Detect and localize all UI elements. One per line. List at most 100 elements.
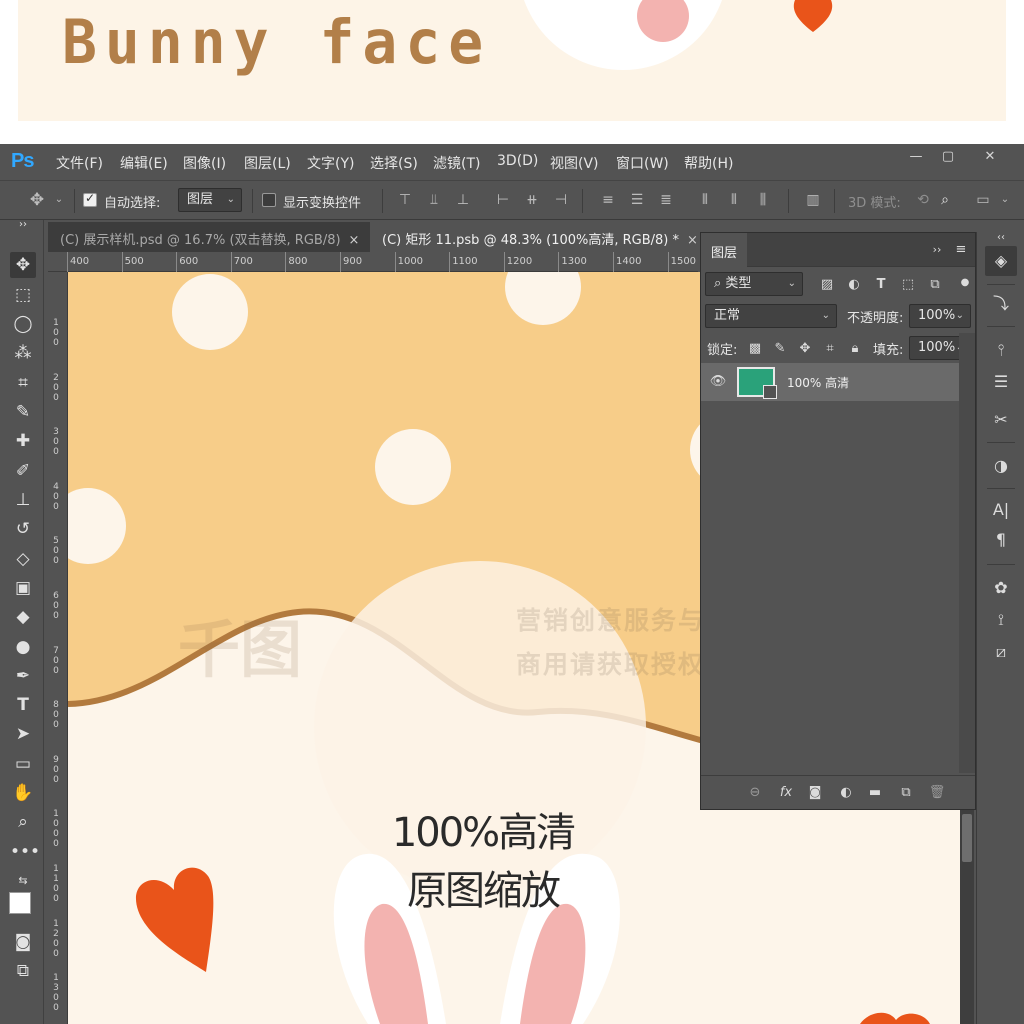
scrollbar-thumb[interactable] bbox=[962, 814, 972, 862]
channels-icon[interactable]: ✿ bbox=[989, 576, 1013, 600]
filter-adjustment-icon[interactable]: ◐ bbox=[844, 275, 864, 295]
align-left-icon[interactable]: ⊢ bbox=[492, 189, 514, 211]
maximize-button[interactable]: ▢ bbox=[926, 146, 970, 168]
add-mask-icon[interactable]: ◙ bbox=[805, 783, 825, 803]
show-transform-checkbox[interactable] bbox=[262, 193, 276, 207]
properties-icon[interactable]: ☰ bbox=[989, 370, 1013, 394]
zoom-tool-icon[interactable]: ⌕ bbox=[10, 809, 36, 835]
magic-wand-tool-icon[interactable]: ⁂ bbox=[10, 340, 36, 366]
tab-layers[interactable]: 图层 bbox=[701, 233, 748, 267]
lock-all-icon[interactable]: 🔒︎ bbox=[845, 339, 865, 359]
layer-row[interactable]: 👁︎ 100% 高清 bbox=[701, 363, 959, 401]
distribute-vcenter-icon[interactable]: ☰ bbox=[626, 189, 648, 211]
screen-mode-icon[interactable]: ⧉ bbox=[10, 958, 36, 984]
filter-kind-dropdown[interactable]: ⌕ 类型 ⌄ bbox=[705, 272, 803, 296]
menu-layer[interactable]: 图层(L) bbox=[244, 153, 291, 173]
libraries-icon[interactable]: ⧄ bbox=[989, 640, 1013, 664]
distribute-top-icon[interactable]: ≡ bbox=[597, 189, 619, 211]
layers-scrollbar[interactable] bbox=[959, 333, 975, 773]
blur-tool-icon[interactable]: ◆ bbox=[10, 604, 36, 630]
filter-smart-object-icon[interactable]: ⧉ bbox=[925, 275, 945, 295]
distribute-hcenter-icon[interactable]: ⫴ bbox=[723, 189, 745, 211]
type-tool-icon[interactable]: T bbox=[10, 692, 36, 718]
auto-align-icon[interactable]: ▥ bbox=[802, 189, 824, 211]
filter-shape-icon[interactable]: ⬚ bbox=[898, 275, 918, 295]
collapse-icon[interactable]: ›› bbox=[927, 240, 947, 260]
filter-type-icon[interactable]: T bbox=[871, 275, 891, 295]
character-icon[interactable]: A| bbox=[989, 498, 1013, 522]
canvas-scrollbar[interactable] bbox=[960, 808, 974, 1024]
3d-rotate-icon[interactable]: ⟲ bbox=[912, 189, 934, 211]
distribute-left-icon[interactable]: ⦀ bbox=[694, 189, 716, 211]
menu-file[interactable]: 文件(F) bbox=[56, 153, 103, 173]
paths-icon[interactable]: ⟟ bbox=[989, 608, 1013, 632]
menu-view[interactable]: 视图(V) bbox=[550, 153, 599, 173]
expand-panel-icon[interactable]: ›› bbox=[10, 218, 36, 232]
menu-3d[interactable]: 3D(D) bbox=[497, 153, 538, 169]
pen-tool-icon[interactable]: ✒ bbox=[10, 663, 36, 689]
align-top-icon[interactable]: ⊤ bbox=[394, 189, 416, 211]
foreground-color-swatch[interactable] bbox=[9, 892, 31, 914]
collapse-icon[interactable]: ‹‹ bbox=[989, 232, 1013, 244]
brushes-icon[interactable]: ⫯ bbox=[989, 338, 1013, 362]
auto-select-target-dropdown[interactable]: 图层 ⌄ bbox=[178, 188, 242, 212]
opacity-input[interactable]: 100% ⌄ bbox=[909, 304, 971, 328]
folder-icon[interactable]: ▬ bbox=[865, 783, 885, 803]
distribute-right-icon[interactable]: ⫼ bbox=[752, 189, 774, 211]
rectangle-tool-icon[interactable]: ▭ bbox=[10, 751, 36, 777]
close-icon[interactable]: × bbox=[349, 233, 360, 248]
close-button[interactable]: ✕ bbox=[968, 146, 1012, 168]
filter-pixel-icon[interactable]: ▨ bbox=[817, 275, 837, 295]
align-hcenter-icon[interactable]: ⧺ bbox=[521, 189, 543, 211]
healing-brush-tool-icon[interactable]: ✚ bbox=[10, 428, 36, 454]
menu-help[interactable]: 帮助(H) bbox=[684, 153, 733, 173]
adjustment-layer-icon[interactable]: ◐ bbox=[836, 783, 856, 803]
search-icon[interactable]: ⌕ bbox=[934, 189, 956, 211]
lock-pixels-icon[interactable]: ✎ bbox=[770, 339, 790, 359]
tab-rectangle-11[interactable]: (C) 矩形 11.psb @ 48.3% (100%高清, RGB/8) * × bbox=[370, 222, 698, 252]
trash-icon[interactable]: 🗑︎ bbox=[927, 783, 947, 803]
hand-tool-icon[interactable]: ✋ bbox=[10, 780, 36, 806]
lock-transparent-icon[interactable]: ▩ bbox=[745, 339, 765, 359]
layers-icon[interactable]: ◈ bbox=[985, 246, 1017, 276]
adjustments-icon[interactable]: ◑ bbox=[989, 454, 1013, 478]
swap-colors-icon[interactable]: ⇆ bbox=[10, 868, 36, 894]
history-brush-tool-icon[interactable]: ↺ bbox=[10, 516, 36, 542]
clone-stamp-tool-icon[interactable]: ⊥ bbox=[10, 487, 36, 513]
eye-icon[interactable]: 👁︎ bbox=[708, 372, 728, 392]
move-tool-icon[interactable]: ✥ bbox=[26, 189, 48, 211]
menu-image[interactable]: 图像(I) bbox=[183, 153, 226, 173]
chevron-down-icon[interactable]: ⌄ bbox=[48, 189, 70, 211]
paragraph-icon[interactable]: ¶ bbox=[989, 528, 1013, 552]
panel-menu-icon[interactable]: ≡ bbox=[951, 240, 971, 260]
auto-select-checkbox[interactable] bbox=[83, 191, 97, 207]
eyedropper-tool-icon[interactable]: ✎ bbox=[10, 399, 36, 425]
menu-window[interactable]: 窗口(W) bbox=[616, 153, 669, 173]
more-tools-icon[interactable]: ••• bbox=[10, 839, 40, 865]
crop-tool-icon[interactable]: ⌗ bbox=[10, 370, 36, 396]
brush-tool-icon[interactable]: ✐ bbox=[10, 458, 36, 484]
distribute-bottom-icon[interactable]: ≣ bbox=[655, 189, 677, 211]
path-selection-tool-icon[interactable]: ➤ bbox=[10, 721, 36, 747]
menu-filter[interactable]: 滤镜(T) bbox=[433, 153, 480, 173]
lock-artboard-icon[interactable]: ⌗ bbox=[820, 339, 840, 359]
gradient-tool-icon[interactable]: ▣ bbox=[10, 575, 36, 601]
chevron-down-icon[interactable]: ⌄ bbox=[994, 189, 1016, 211]
menu-select[interactable]: 选择(S) bbox=[370, 153, 418, 173]
workspace-icon[interactable]: ▭ bbox=[972, 189, 994, 211]
dodge-tool-icon[interactable]: ● bbox=[10, 634, 36, 660]
align-bottom-icon[interactable]: ⊥ bbox=[452, 189, 474, 211]
fx-icon[interactable]: fx bbox=[776, 783, 796, 803]
link-layers-icon[interactable]: ⊖ bbox=[745, 783, 765, 803]
menu-edit[interactable]: 编辑(E) bbox=[120, 153, 168, 173]
marquee-tool-icon[interactable]: ⬚ bbox=[10, 282, 36, 308]
lock-position-icon[interactable]: ✥ bbox=[795, 339, 815, 359]
close-icon[interactable]: × bbox=[687, 233, 698, 248]
menu-type[interactable]: 文字(Y) bbox=[307, 153, 354, 173]
quick-mask-icon[interactable]: ◙ bbox=[10, 929, 36, 955]
tool-presets-icon[interactable]: ✂ bbox=[989, 408, 1013, 432]
new-layer-icon[interactable]: ⧉ bbox=[896, 783, 916, 803]
align-vcenter-icon[interactable]: ⫫ bbox=[423, 189, 445, 211]
layer-name[interactable]: 100% 高清 bbox=[787, 374, 849, 391]
lasso-tool-icon[interactable]: ◯ bbox=[10, 311, 36, 337]
